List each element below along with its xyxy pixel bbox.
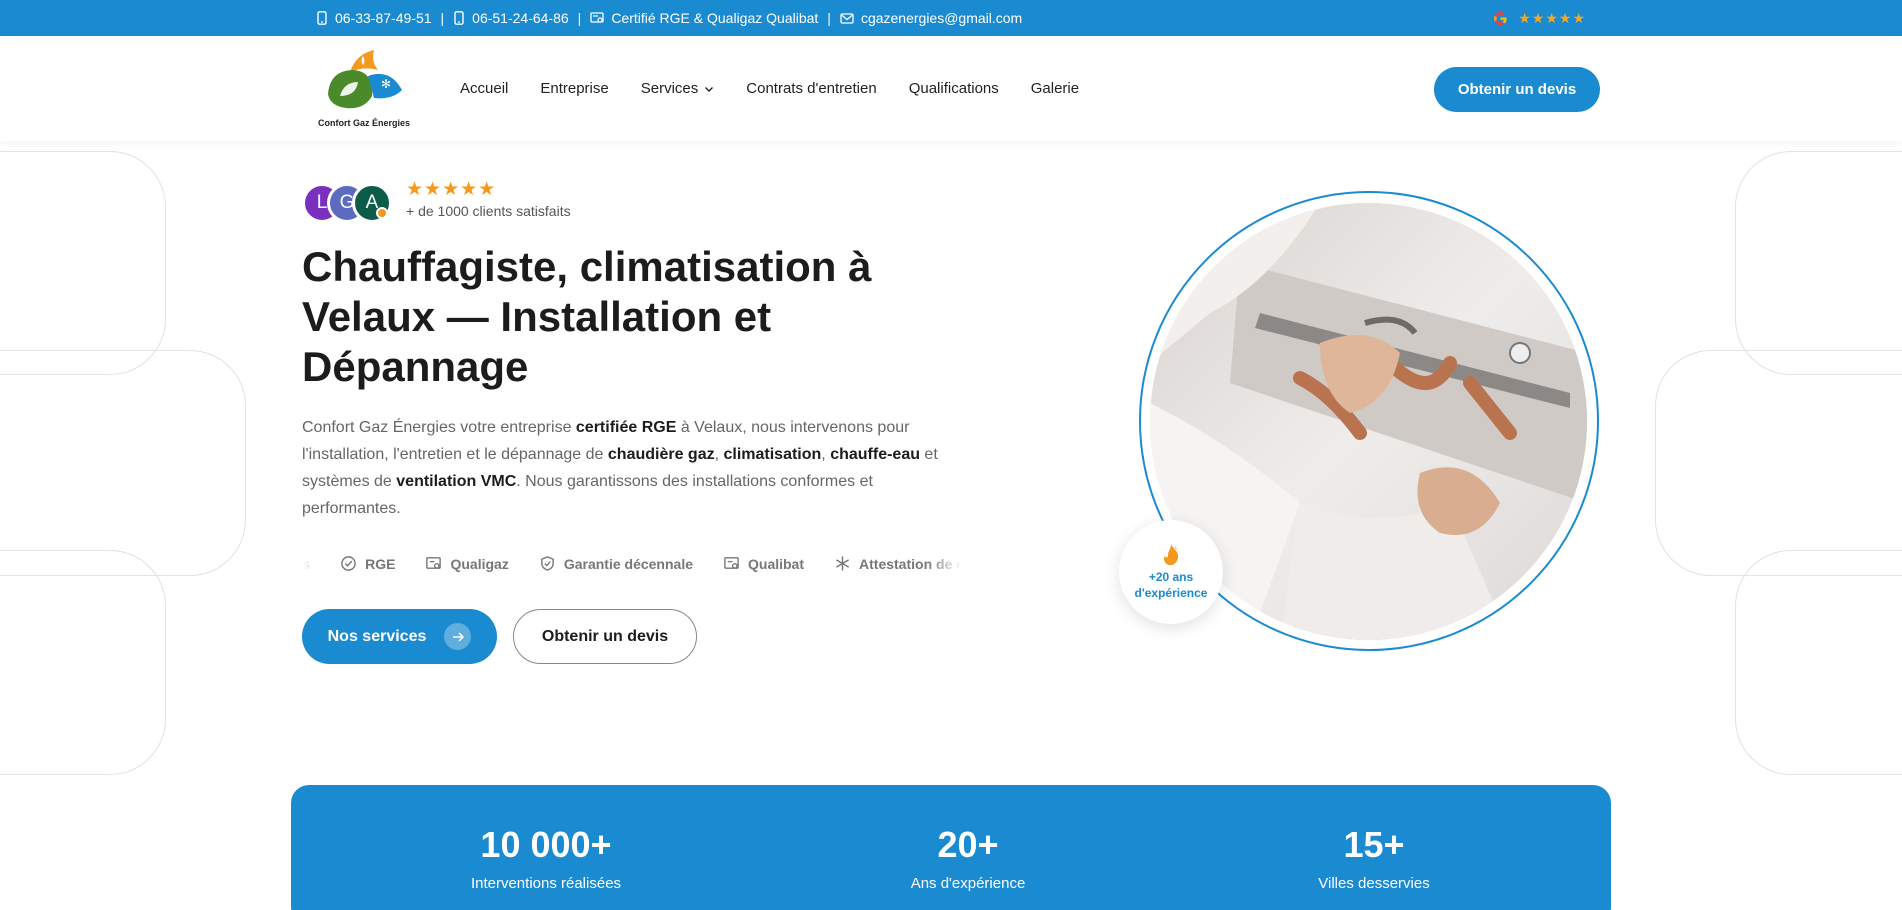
client-avatars: L G A <box>302 183 402 223</box>
svg-text:✻: ✻ <box>381 77 391 91</box>
nav-accueil[interactable]: Accueil <box>460 80 508 97</box>
mail-icon <box>840 13 854 24</box>
badge-qualibat: Qualibat <box>723 555 804 572</box>
certificate-icon <box>590 12 604 23</box>
stat-label: Interventions réalisées <box>470 875 622 892</box>
phone-1[interactable]: 06-33-87-49-51 <box>316 10 432 26</box>
logo-mark-icon: ✻ <box>328 50 402 109</box>
fade-right <box>926 555 962 579</box>
logo-text: Confort Gaz Énergies <box>317 118 410 128</box>
phone-icon <box>454 11 464 25</box>
hero-rating-stars: ★★★★★ <box>406 179 497 200</box>
separator: | <box>440 10 445 26</box>
hero-description: Confort Gaz Énergies votre entreprise ce… <box>302 419 938 517</box>
google-icon <box>1494 11 1507 25</box>
badge-garantie: Garantie décennale <box>539 555 693 572</box>
fade-left <box>302 555 338 579</box>
phone-icon <box>317 11 327 25</box>
check-badge-icon <box>341 556 356 571</box>
deco-shape <box>0 151 166 375</box>
certification: Certifié RGE & Qualigaz Qualibat <box>590 10 818 26</box>
experience-text: +20 ans d'expérience <box>1134 570 1208 600</box>
deco-shape <box>1655 350 1902 576</box>
our-services-button[interactable]: Nos services <box>302 609 497 664</box>
stat-label: Villes desservies <box>1318 875 1430 892</box>
badge-qualigaz: Qualigaz <box>425 555 509 572</box>
main-navbar: ✻ Confort Gaz Énergies Accueil Entrepris… <box>0 36 1902 141</box>
deco-shape <box>0 550 166 775</box>
site-logo[interactable]: ✻ Confort Gaz Énergies <box>316 46 412 134</box>
shield-icon <box>540 556 554 571</box>
separator: | <box>577 10 582 26</box>
stat-label: Ans d'expérience <box>910 875 1026 892</box>
rating-stars: ★★★★★ <box>1518 9 1586 26</box>
top-bar: 06-33-87-49-51 | 06-51-24-64-86 | Certif… <box>0 0 1902 36</box>
stat-cities: 15+ Villes desservies <box>1224 824 1524 893</box>
deco-shape <box>1735 550 1902 775</box>
phone-1-text: 06-33-87-49-51 <box>335 10 432 26</box>
hero-quote-button[interactable]: Obtenir un devis <box>513 609 697 664</box>
nav-qualifications[interactable]: Qualifications <box>909 80 999 97</box>
certification-badges: nes RGE Qualigaz Garantie décennale Qual… <box>302 555 962 579</box>
nav-quote-button[interactable]: Obtenir un devis <box>1434 67 1600 112</box>
separator: | <box>827 10 831 26</box>
hero-title: Chauffagiste, climatisation à Velaux — I… <box>302 243 872 390</box>
experience-badge: +20 ans d'expérience <box>1119 520 1223 624</box>
certification-text: Certifié RGE & Qualigaz Qualibat <box>611 10 819 26</box>
deco-shape <box>1735 151 1902 375</box>
stat-value: 10 000+ <box>480 824 612 865</box>
google-rating[interactable]: ★★★★★ <box>1493 0 1586 36</box>
nav-galerie[interactable]: Galerie <box>1031 80 1079 97</box>
email-text: cgazenergies@gmail.com <box>860 10 1023 26</box>
nav-contrats[interactable]: Contrats d'entretien <box>746 80 876 97</box>
stats-band: 10 000+ Interventions réalisées 20+ Ans … <box>291 785 1611 910</box>
stat-value: 15+ <box>1343 824 1405 865</box>
arrow-right-icon <box>444 623 472 650</box>
deco-shape <box>0 350 246 576</box>
phone-2[interactable]: 06-51-24-64-86 <box>453 10 569 26</box>
stat-experience: 20+ Ans d'expérience <box>818 824 1118 893</box>
certificate-icon <box>426 557 442 569</box>
certificate-icon <box>724 557 739 569</box>
nav-menu: Accueil Entreprise Services Contrats d'e… <box>460 36 1079 141</box>
our-services-label: Nos services <box>327 627 427 645</box>
phone-2-text: 06-51-24-64-86 <box>472 10 569 26</box>
clients-count-text: + de 1000 clients satisfaits <box>406 203 571 219</box>
stat-value: 20+ <box>937 824 999 865</box>
snowflake-icon <box>836 556 850 571</box>
email[interactable]: cgazenergies@gmail.com <box>840 10 1022 26</box>
top-bar-contacts: 06-33-87-49-51 | 06-51-24-64-86 | Certif… <box>316 0 1022 36</box>
avatar-badge <box>376 207 388 219</box>
nav-services-label: Services <box>640 80 699 97</box>
badge-rge: RGE <box>340 555 395 572</box>
nav-services[interactable]: Services <box>641 80 715 97</box>
stat-interventions: 10 000+ Interventions réalisées <box>396 824 696 893</box>
flame-icon <box>1164 544 1179 566</box>
nav-entreprise[interactable]: Entreprise <box>540 80 608 97</box>
chevron-down-icon <box>705 86 714 92</box>
